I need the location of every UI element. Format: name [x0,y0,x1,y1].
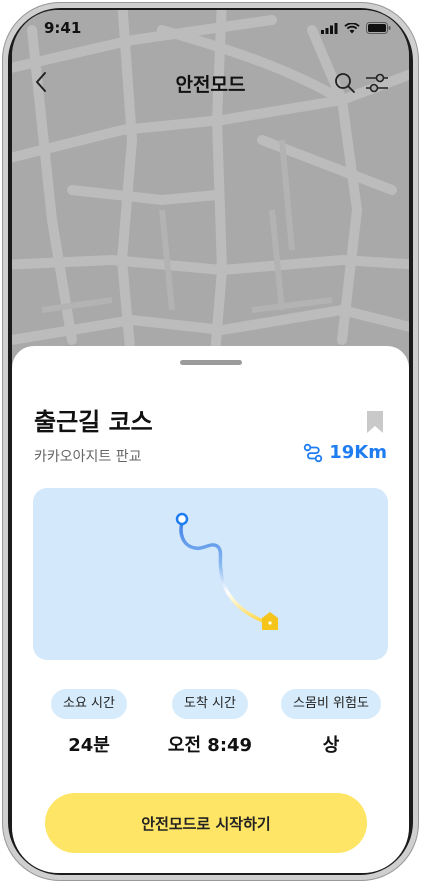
stat-arrival-label: 도착 시간 [172,689,248,719]
route-icon [304,443,323,462]
bottom-sheet: 출근길 코스 카카오아지트 판교 19Km 소요 시간 24분 도착 시간 오전… [12,346,409,873]
search-icon[interactable] [334,72,356,94]
route-map-card[interactable] [33,488,388,660]
status-icons [321,22,391,34]
wifi-icon [344,22,360,33]
stat-duration-value: 24분 [68,735,110,756]
cellular-signal-icon [321,22,338,34]
course-location: 카카오아지트 판교 [34,449,142,465]
stat-duration-label: 소요 시간 [51,689,127,719]
bookmark-icon[interactable] [366,410,384,434]
status-bar: 9:41 [12,10,409,50]
battery-icon [366,22,391,34]
top-navigation: 안전모드 [12,62,409,102]
stat-arrival: 도착 시간 오전 8:49 [155,689,265,757]
stat-risk-label: 스몸비 위험도 [281,689,381,719]
distance-value: 19Km [329,442,387,463]
sheet-drag-handle[interactable] [180,360,242,365]
start-safety-mode-button[interactable]: 안전모드로 시작하기 [45,793,367,853]
stat-risk: 스몸비 위험도 상 [276,689,386,757]
route-path [175,512,278,630]
stat-duration: 소요 시간 24분 [34,689,144,757]
course-title: 출근길 코스 [34,408,153,436]
status-time: 9:41 [44,19,82,37]
stat-risk-value: 상 [322,735,340,756]
filter-icon[interactable] [364,70,390,96]
screen: 9:41 안전모드 출근길 코스 카카오아지트 판교 19Km 소요 시간 24… [12,10,409,873]
stat-arrival-value: 오전 8:49 [167,735,253,756]
course-distance: 19Km [303,442,387,463]
